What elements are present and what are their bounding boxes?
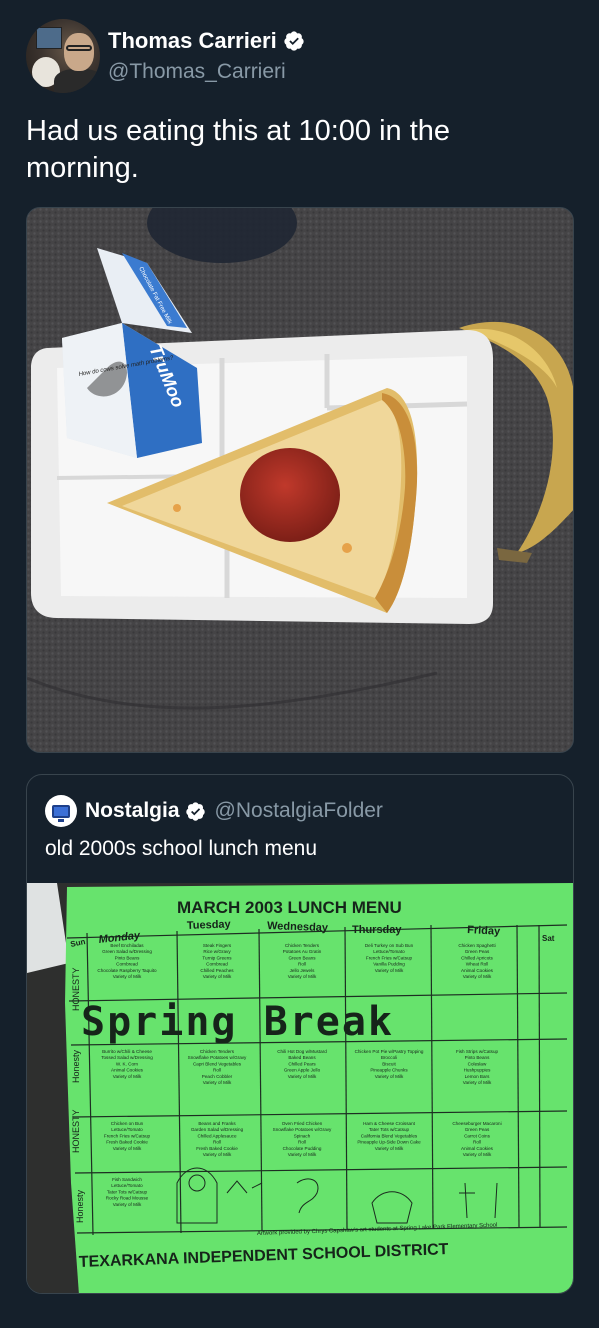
verified-badge-icon	[284, 31, 304, 51]
quoted-handle[interactable]: @NostalgiaFolder	[215, 799, 383, 823]
user-avatar[interactable]	[26, 19, 100, 93]
side-word: Honesty	[75, 1189, 85, 1223]
lunch-menu-image: MARCH 2003 LUNCH MENU Sun MondayTuesday …	[27, 883, 573, 1293]
day-header-sat: Sat	[542, 934, 555, 943]
author-display-name[interactable]: Thomas Carrieri	[108, 28, 277, 54]
side-word: HONESTY	[71, 967, 81, 1011]
quoted-tweet-photo[interactable]: MARCH 2003 LUNCH MENU Sun Monday Tuesday…	[27, 883, 573, 1293]
verified-badge-icon	[185, 801, 205, 821]
side-word: HONESTY	[71, 1109, 81, 1153]
quoted-display-name[interactable]: Nostalgia	[85, 799, 180, 823]
lunch-tray-image: TruMoo Chocolate Fat Free Milk How do co…	[27, 208, 573, 752]
day-header-friday: Friday	[467, 924, 501, 938]
day-header-thursday: Thursday	[352, 924, 402, 936]
tweet-text: Had us eating this at 10:00 in the morni…	[26, 115, 451, 184]
spring-break-banner: Spring Break	[81, 999, 394, 1045]
side-word: Honesty	[71, 1049, 81, 1083]
avatar-shirt	[54, 69, 100, 93]
quoted-avatar[interactable]	[45, 795, 77, 827]
author-names: Thomas Carrieri @Thomas_Carrieri	[108, 28, 305, 84]
quoted-tweet-header: Nostalgia @NostalgiaFolder	[45, 795, 383, 827]
author-handle[interactable]: @Thomas_Carrieri	[108, 60, 305, 84]
quoted-tweet-card[interactable]: Nostalgia @NostalgiaFolder old 2000s sch…	[26, 774, 574, 1294]
pepperoni	[240, 448, 340, 542]
tweet-header: Thomas Carrieri @Thomas_Carrieri	[26, 18, 576, 94]
name-row: Thomas Carrieri	[108, 28, 305, 54]
day-header-tuesday: Tuesday	[187, 918, 232, 932]
avatar-glasses	[66, 45, 92, 51]
quoted-tweet-text: old 2000s school lunch menu	[45, 837, 318, 860]
day-header-wednesday: Wednesday	[267, 920, 329, 934]
avatar-face	[64, 33, 94, 71]
menu-title: MARCH 2003 LUNCH MENU	[177, 898, 402, 917]
avatar-poster	[36, 27, 62, 49]
computer-monitor-icon	[52, 804, 70, 822]
tweet-photo[interactable]: TruMoo Chocolate Fat Free Milk How do co…	[26, 207, 574, 753]
